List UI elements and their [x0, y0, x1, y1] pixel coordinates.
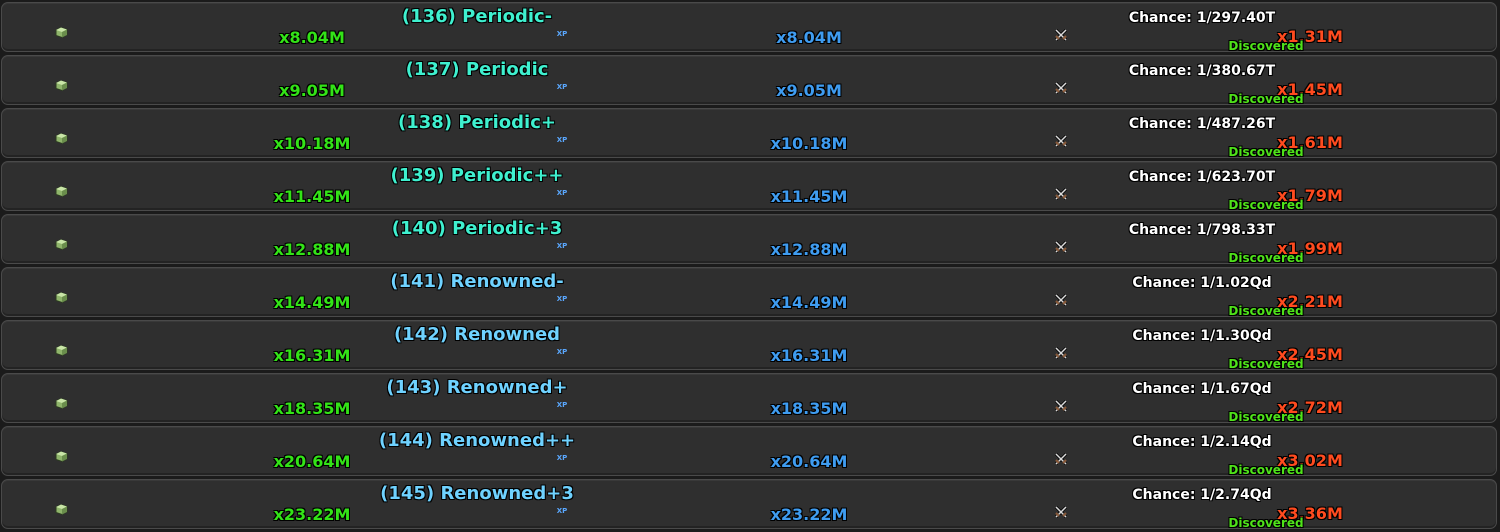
xp-multiplier: x11.45M [770, 187, 848, 206]
gem-icon [55, 133, 68, 144]
rarity-list: x8.04M (136) Periodic- XP x8.04M Chance:… [0, 0, 1500, 532]
xp-multiplier: x20.64M [770, 452, 848, 471]
rarity-name: (145) Renowned+3 [380, 483, 574, 504]
xp-icon: XP [556, 30, 568, 38]
crossed-swords-icon[interactable] [1053, 239, 1069, 255]
gem-icon [55, 186, 68, 197]
rarity-row[interactable]: x14.49M (141) Renowned- XP x14.49M Chanc… [1, 267, 1497, 318]
rarity-name: (141) Renowned- [390, 271, 564, 292]
chance-text: Chance: 1/380.67T [1128, 63, 1276, 79]
xp-icon: XP [556, 242, 568, 250]
xp-multiplier: x18.35M [770, 399, 848, 418]
status-badge: Discovered [1228, 516, 1304, 530]
luck-multiplier: x18.35M [273, 399, 351, 418]
rarity-row[interactable]: x16.31M (142) Renowned XP x16.31M Chance… [1, 320, 1497, 371]
rarity-row[interactable]: x11.45M (139) Periodic++ XP x11.45M Chan… [1, 161, 1497, 212]
xp-icon: XP [556, 295, 568, 303]
crossed-swords-icon[interactable] [1053, 504, 1069, 520]
crossed-swords-icon[interactable] [1053, 451, 1069, 467]
gem-icon [55, 292, 68, 303]
chance-text: Chance: 1/487.26T [1128, 116, 1276, 132]
chance-text: Chance: 1/2.74Qd [1132, 487, 1272, 503]
gem-icon [55, 27, 68, 38]
gem-icon [55, 398, 68, 409]
xp-multiplier: x16.31M [770, 346, 848, 365]
luck-multiplier: x16.31M [273, 346, 351, 365]
luck-multiplier: x14.49M [273, 293, 351, 312]
xp-icon: XP [556, 189, 568, 197]
xp-multiplier: x14.49M [770, 293, 848, 312]
rarity-name: (138) Periodic+ [398, 112, 556, 133]
rarity-name: (139) Periodic++ [390, 165, 564, 186]
rarity-row[interactable]: x10.18M (138) Periodic+ XP x10.18M Chanc… [1, 108, 1497, 159]
xp-multiplier: x23.22M [770, 505, 848, 524]
rarity-name: (136) Periodic- [401, 6, 553, 27]
chance-text: Chance: 1/2.14Qd [1132, 434, 1272, 450]
rarity-name: (144) Renowned++ [378, 430, 576, 451]
rarity-row[interactable]: x23.22M (145) Renowned+3 XP x23.22M Chan… [1, 479, 1497, 530]
gem-icon [55, 239, 68, 250]
status-badge: Discovered [1228, 463, 1304, 477]
chance-text: Chance: 1/623.70T [1128, 169, 1276, 185]
status-badge: Discovered [1228, 304, 1304, 318]
rarity-row[interactable]: x12.88M (140) Periodic+3 XP x12.88M Chan… [1, 214, 1497, 265]
crossed-swords-icon[interactable] [1053, 345, 1069, 361]
luck-multiplier: x11.45M [273, 187, 351, 206]
status-badge: Discovered [1228, 251, 1304, 265]
xp-icon: XP [556, 348, 568, 356]
gem-icon [55, 80, 68, 91]
luck-multiplier: x12.88M [273, 240, 351, 259]
status-badge: Discovered [1228, 92, 1304, 106]
xp-icon: XP [556, 454, 568, 462]
gem-icon [55, 504, 68, 515]
luck-multiplier: x10.18M [273, 134, 351, 153]
xp-icon: XP [556, 136, 568, 144]
rarity-row[interactable]: x18.35M (143) Renowned+ XP x18.35M Chanc… [1, 373, 1497, 424]
chance-text: Chance: 1/1.67Qd [1132, 381, 1272, 397]
chance-text: Chance: 1/1.02Qd [1132, 275, 1272, 291]
chance-text: Chance: 1/297.40T [1128, 10, 1276, 26]
xp-icon: XP [556, 507, 568, 515]
gem-icon [55, 345, 68, 356]
status-badge: Discovered [1228, 145, 1304, 159]
crossed-swords-icon[interactable] [1053, 133, 1069, 149]
rarity-name: (140) Periodic+3 [391, 218, 563, 239]
gem-icon [55, 451, 68, 462]
rarity-name: (142) Renowned [393, 324, 561, 345]
status-badge: Discovered [1228, 410, 1304, 424]
luck-multiplier: x9.05M [279, 81, 345, 100]
status-badge: Discovered [1228, 198, 1304, 212]
chance-text: Chance: 1/798.33T [1128, 222, 1276, 238]
luck-multiplier: x20.64M [273, 452, 351, 471]
rarity-name: (137) Periodic [405, 59, 549, 80]
rarity-row[interactable]: x8.04M (136) Periodic- XP x8.04M Chance:… [1, 2, 1497, 53]
status-badge: Discovered [1228, 357, 1304, 371]
xp-icon: XP [556, 83, 568, 91]
xp-icon: XP [556, 401, 568, 409]
crossed-swords-icon[interactable] [1053, 27, 1069, 43]
crossed-swords-icon[interactable] [1053, 186, 1069, 202]
crossed-swords-icon[interactable] [1053, 292, 1069, 308]
xp-multiplier: x12.88M [770, 240, 848, 259]
luck-multiplier: x23.22M [273, 505, 351, 524]
xp-multiplier: x10.18M [770, 134, 848, 153]
rarity-row[interactable]: x9.05M (137) Periodic XP x9.05M Chance: … [1, 55, 1497, 106]
status-badge: Discovered [1228, 39, 1304, 53]
crossed-swords-icon[interactable] [1053, 398, 1069, 414]
rarity-row[interactable]: x20.64M (144) Renowned++ XP x20.64M Chan… [1, 426, 1497, 477]
luck-multiplier: x8.04M [279, 28, 345, 47]
xp-multiplier: x9.05M [776, 81, 842, 100]
crossed-swords-icon[interactable] [1053, 80, 1069, 96]
xp-multiplier: x8.04M [776, 28, 842, 47]
rarity-name: (143) Renowned+ [386, 377, 568, 398]
chance-text: Chance: 1/1.30Qd [1132, 328, 1272, 344]
